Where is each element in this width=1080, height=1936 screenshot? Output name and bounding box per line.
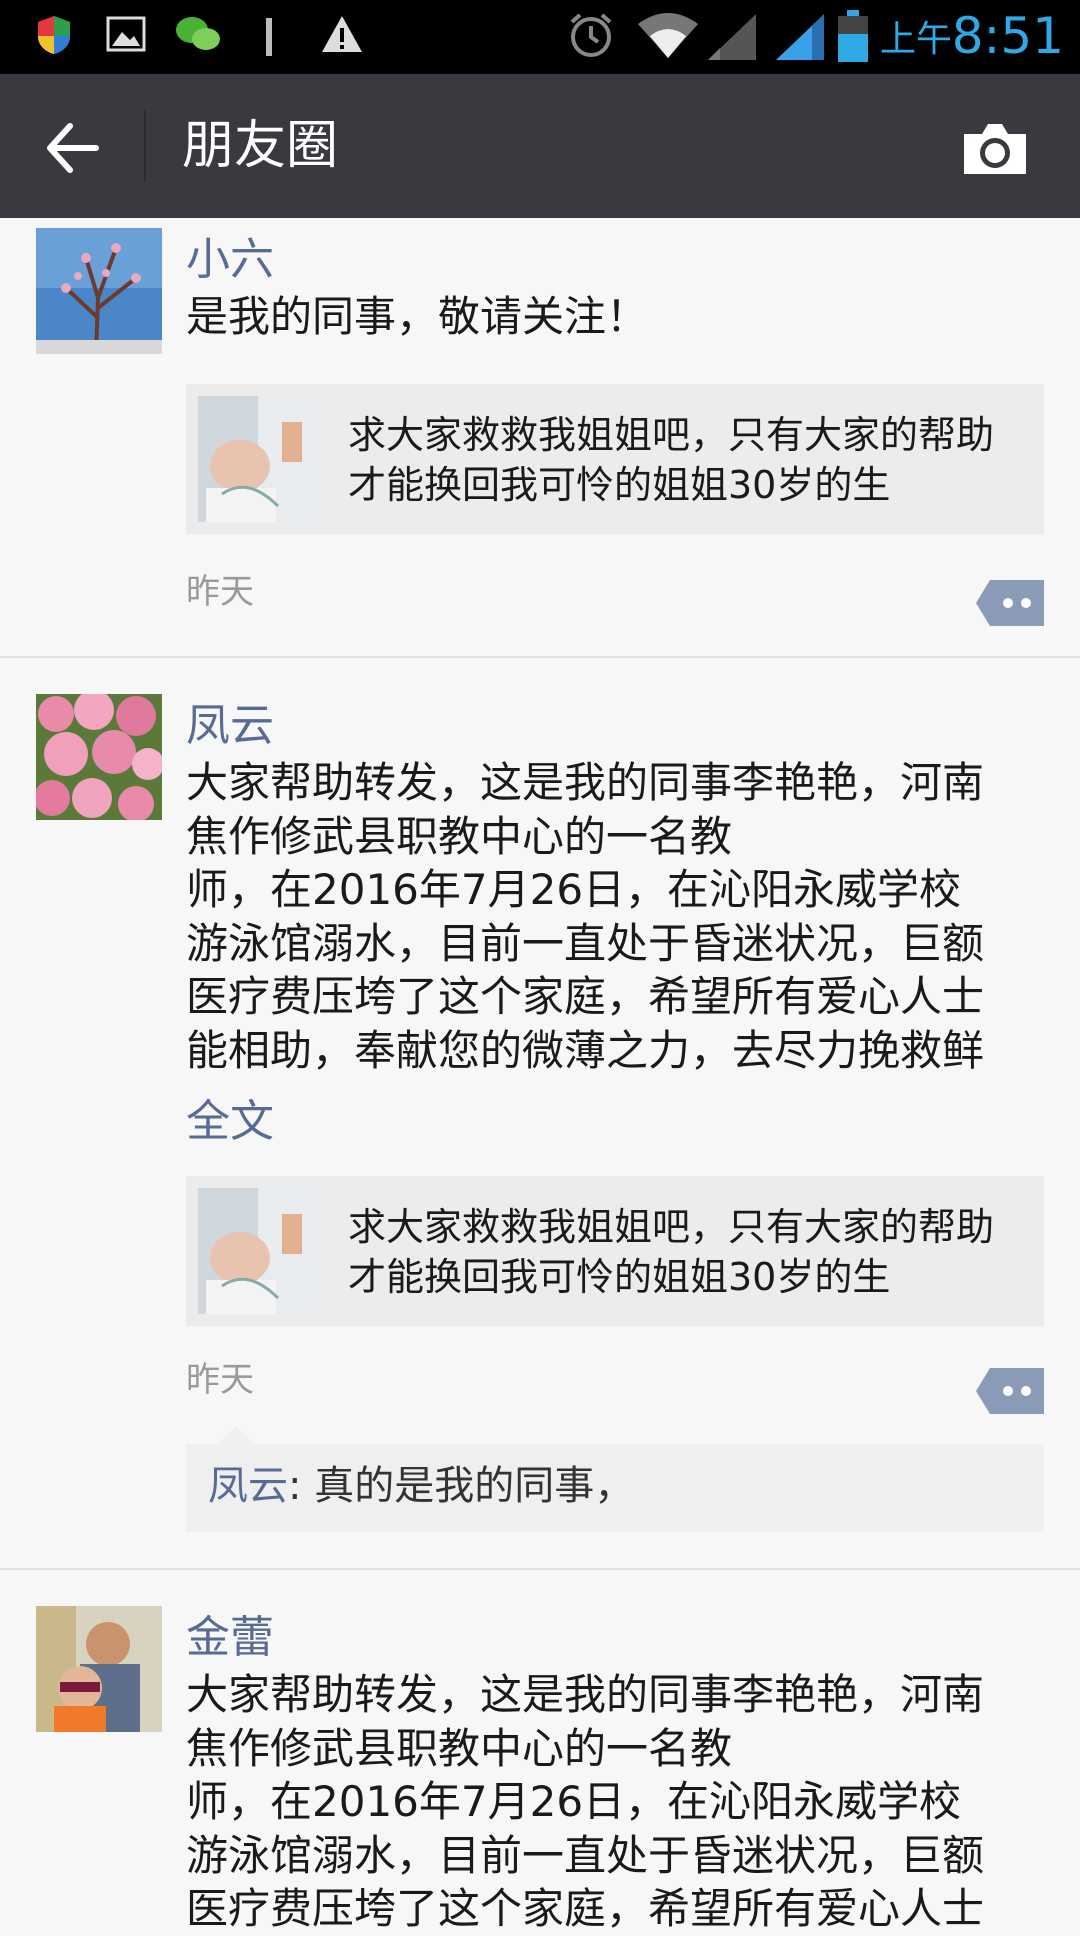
comment-separator: : (288, 1463, 315, 1509)
comment-icon[interactable] (976, 1368, 1044, 1414)
shared-link-card[interactable]: 求大家救救我姐姐吧，只有大家的帮助才能换回我可怜的姐姐30岁的生 (186, 1176, 1044, 1326)
nav-bar: 朋友圈 (0, 74, 1080, 218)
camera-icon[interactable] (960, 120, 1030, 178)
shared-link-title: 求大家救救我姐姐吧，只有大家的帮助才能换回我可怜的姐姐30岁的生 (348, 413, 995, 507)
post-author-name[interactable]: 小六 (186, 232, 274, 288)
post: 金蕾 大家帮助转发，这是我的同事李艳艳，河南 焦作修武县职教中心的一名教 师，在… (0, 1570, 1080, 1933)
comment-icon[interactable] (976, 580, 1044, 626)
avatar[interactable] (36, 228, 162, 354)
wechat-icon (176, 17, 220, 50)
image-icon (106, 16, 146, 52)
comment-author[interactable]: 凤云 (208, 1463, 288, 1509)
avatar[interactable] (36, 694, 162, 820)
post-text-line: 大家帮助转发，这是我的同事李艳艳，河南 (186, 1670, 985, 1719)
signal-icon (776, 14, 824, 60)
status-time: 8:51 (951, 7, 1064, 65)
post-text: 是我的同事，敬请关注！ (186, 292, 649, 341)
nav-divider (144, 110, 146, 182)
post-text-line: 师，在2016年7月26日，在沁阳永威学校 (186, 1777, 962, 1826)
comment-text: 真的是我的同事， (314, 1463, 635, 1509)
post-text-line: 游泳馆溺水，目前一直处于昏迷状况，巨额 (186, 1830, 985, 1880)
post: 小六 是我的同事，敬请关注！ 求大家救救我姐姐吧，只有大家的帮助才能换回我可怜的… (0, 218, 1080, 658)
wifi-icon (638, 13, 698, 58)
post-text-line: 大家帮助转发，这是我的同事李艳艳，河南 (186, 758, 985, 807)
shared-link-card[interactable]: 求大家救救我姐姐吧，只有大家的帮助才能换回我可怜的姐姐30岁的生 (186, 384, 1044, 534)
status-bar: 上午 8:51 (0, 0, 1080, 74)
comments-section: 凤云: 真的是我的同事， (186, 1426, 1044, 1532)
post-text-line: 游泳馆溺水，目前一直处于昏迷状况，巨额 (186, 918, 985, 968)
shield-icon (38, 16, 70, 54)
post-text: 大家帮助转发，这是我的同事李艳艳，河南 焦作修武县职教中心的一名教 师，在201… (186, 1668, 1046, 1936)
battery-icon (838, 10, 868, 62)
post-text-line: 师，在2016年7月26日，在沁阳永威学校 (186, 865, 962, 914)
shared-link-title: 求大家救救我姐姐吧，只有大家的帮助才能换回我可怜的姐姐30岁的生 (348, 1205, 995, 1299)
warning-icon (322, 16, 362, 52)
post-timestamp: 昨天 (186, 572, 254, 612)
shared-link-thumbnail (198, 1188, 324, 1314)
status-ampm: 上午 (879, 19, 952, 60)
alarm-icon (570, 13, 612, 57)
post-text-line: 焦作修武县职教中心的一名教 (186, 811, 733, 861)
post-timestamp: 昨天 (186, 1360, 254, 1400)
comment[interactable]: 凤云: 真的是我的同事， (208, 1458, 634, 1514)
notification-bar-icon (266, 18, 272, 56)
post-text-line: 医疗费压垮了这个家庭，希望所有爱心人士 (186, 972, 985, 1021)
comments-pointer (218, 1426, 254, 1444)
signal-icon (708, 14, 756, 60)
post-text: 大家帮助转发，这是我的同事李艳艳，河南 焦作修武县职教中心的一名教 师，在201… (186, 756, 1046, 1077)
shared-link-thumbnail (198, 396, 324, 522)
post-text-line: 医疗费压垮了这个家庭，希望所有爱心人士 (186, 1884, 985, 1933)
post-author-name[interactable]: 金蕾 (186, 1610, 274, 1666)
page-title: 朋友圈 (182, 116, 339, 176)
avatar[interactable] (36, 1606, 162, 1732)
back-arrow-icon[interactable] (44, 120, 100, 176)
post-author-name[interactable]: 凤云 (186, 698, 274, 754)
full-text-link[interactable]: 全文 (186, 1094, 274, 1150)
post-text-line: 焦作修武县职教中心的一名教 (186, 1723, 733, 1773)
post-text-line: 能相助，奉献您的微薄之力，去尽力挽救鲜 (186, 1025, 985, 1075)
